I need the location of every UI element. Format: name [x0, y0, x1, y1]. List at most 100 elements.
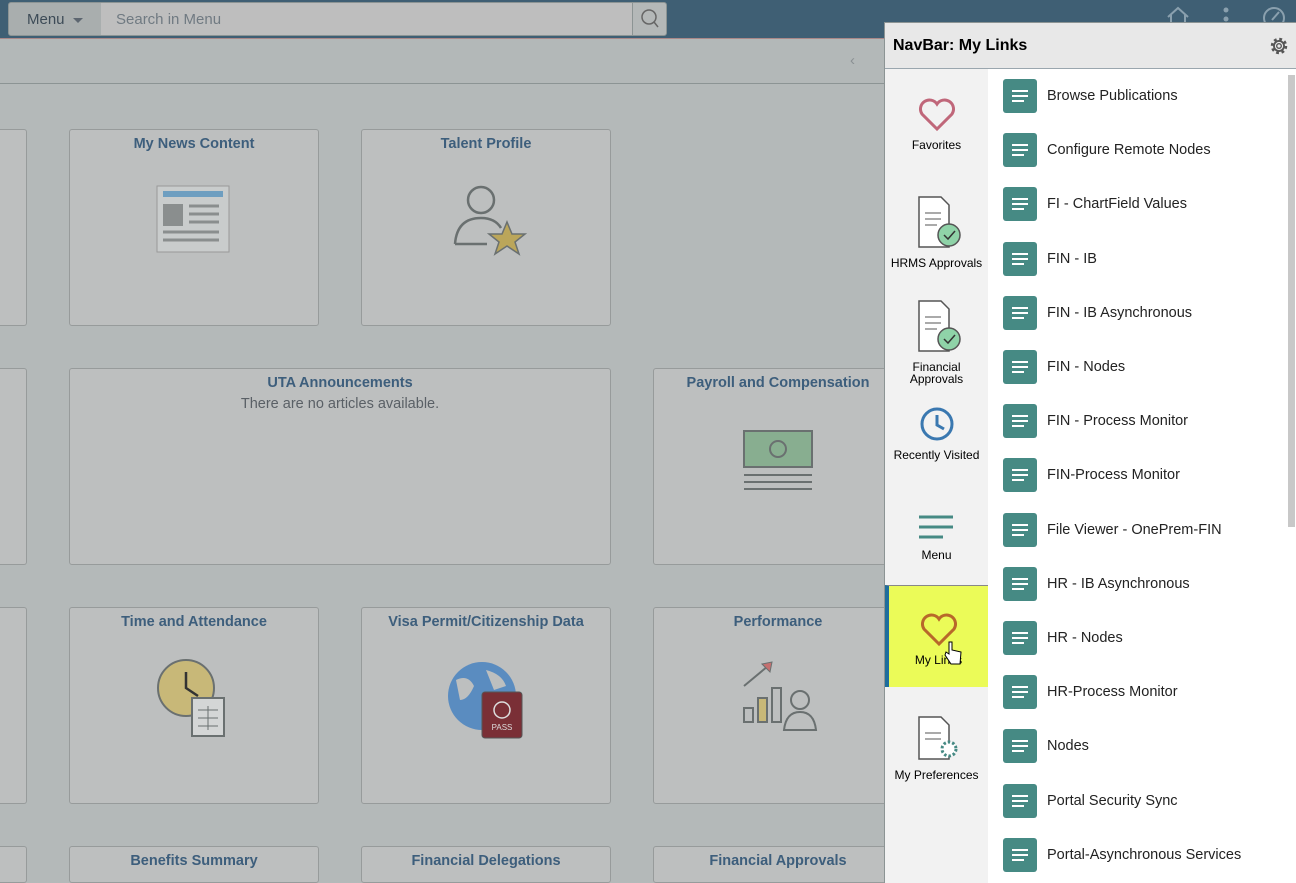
- link-label: HR - Nodes: [1047, 629, 1123, 646]
- link-item[interactable]: FIN-Process Monitor: [989, 448, 1287, 502]
- clock-sheet-icon: [157, 659, 225, 737]
- tile[interactable]: [0, 607, 27, 804]
- link-item[interactable]: Portal Security Sync: [989, 773, 1287, 827]
- nav-item-recently-visited[interactable]: Recently Visited: [885, 405, 988, 461]
- link-label: FIN - IB Asynchronous: [1047, 304, 1193, 321]
- search-icon: [641, 9, 659, 28]
- tile-benefits-summary[interactable]: Benefits Summary: [69, 846, 319, 883]
- passport-label: PASS: [492, 723, 513, 732]
- heart-icon: [918, 98, 955, 132]
- nav-label: Favorites: [911, 138, 962, 152]
- tile-title: UTA Announcements: [267, 375, 413, 391]
- menu-lines-icon: [918, 515, 953, 539]
- link-label: FIN - IB: [1047, 250, 1097, 267]
- link-item[interactable]: Browse Publications: [989, 69, 1287, 123]
- nav-label: My Preferences: [894, 768, 979, 782]
- link-label: Browse Publications: [1047, 88, 1178, 105]
- tile-talent-profile[interactable]: Talent Profile: [361, 129, 611, 326]
- link-item[interactable]: FIN - IB: [989, 232, 1287, 286]
- panel-title: NavBar: My Links: [893, 37, 1028, 54]
- tile-title: Financial Delegations: [411, 853, 561, 869]
- menu-dropdown[interactable]: Menu: [8, 2, 102, 36]
- nav-label: Recently Visited: [893, 448, 980, 462]
- nav-item-financial-approvals[interactable]: Financial Approvals: [885, 299, 988, 385]
- link-label: FI - ChartField Values: [1047, 196, 1187, 213]
- gear-icon[interactable]: [1268, 35, 1290, 57]
- link-item[interactable]: Portal-Asynchronous Services: [989, 828, 1287, 882]
- search-button[interactable]: [632, 2, 667, 36]
- link-item[interactable]: Nodes: [989, 719, 1287, 773]
- navbar-sidebar: Favorites HRMS Approvals Financial Appro…: [885, 69, 988, 883]
- page-icon: [1003, 79, 1037, 114]
- tile-payroll-and-compensation[interactable]: Payroll and Compensation: [653, 368, 903, 565]
- tile-my-news-content[interactable]: My News Content: [69, 129, 319, 326]
- nav-item-menu[interactable]: Menu: [885, 513, 988, 561]
- link-label: FIN - Process Monitor: [1047, 413, 1188, 430]
- link-label: Configure Remote Nodes: [1047, 142, 1211, 159]
- newspaper-icon: [156, 185, 230, 253]
- nav-item-my-preferences[interactable]: My Preferences: [885, 715, 988, 781]
- panel-header: NavBar: My Links: [885, 23, 1296, 69]
- page-icon: [1003, 566, 1037, 601]
- menu-label: Menu: [27, 11, 65, 28]
- tile-title: Performance: [733, 614, 823, 630]
- tile-title: Benefits Summary: [130, 853, 258, 869]
- nav-item-favorites[interactable]: Favorites: [885, 97, 988, 151]
- tile-financial-approvals[interactable]: Financial Approvals: [653, 846, 903, 883]
- tile[interactable]: [0, 129, 27, 326]
- page-icon: [1003, 729, 1037, 764]
- chevron-down-icon: [72, 17, 83, 23]
- link-item[interactable]: FIN - Nodes: [989, 340, 1287, 394]
- nav-label: HRMS Approvals: [890, 256, 983, 270]
- page-icon: [1003, 350, 1037, 385]
- page-icon: [1003, 133, 1037, 168]
- page-icon: [1003, 241, 1037, 276]
- link-item[interactable]: FI - ChartField Values: [989, 177, 1287, 231]
- nav-item-my-links[interactable]: My Links: [885, 585, 988, 687]
- tile-title: Financial Approvals: [709, 853, 847, 869]
- link-label: Nodes: [1047, 738, 1089, 755]
- page-icon: [1003, 295, 1037, 330]
- document-check-icon: [917, 300, 961, 352]
- tile-financial-delegations[interactable]: Financial Delegations: [361, 846, 611, 883]
- link-label: FIN - Nodes: [1047, 359, 1126, 376]
- page-icon: [1003, 675, 1037, 710]
- tile-uta-announcements[interactable]: UTA Announcements There are no articles a…: [69, 368, 611, 565]
- page-icon: [1003, 837, 1037, 872]
- nav-label: Financial Approvals: [909, 360, 964, 386]
- search-input[interactable]: Search in Menu: [101, 2, 633, 36]
- navbar-panel: NavBar: My Links Favorites HRMS Approval…: [884, 22, 1296, 883]
- tile-title: Time and Attendance: [121, 614, 267, 630]
- document-check-icon: [917, 196, 961, 248]
- scrollbar[interactable]: [1288, 75, 1295, 527]
- link-label: HR-Process Monitor: [1047, 684, 1178, 701]
- previous-page-icon[interactable]: ‹: [850, 52, 855, 69]
- person-star-icon: [453, 185, 527, 256]
- link-item[interactable]: File Viewer - OnePrem-FIN: [989, 503, 1287, 557]
- tile-performance[interactable]: Performance: [653, 607, 903, 804]
- page-icon: [1003, 458, 1037, 493]
- link-label: Portal-Asynchronous Services: [1047, 846, 1242, 863]
- tile-title: Payroll and Compensation: [686, 375, 870, 391]
- tile-time-and-attendance[interactable]: Time and Attendance: [69, 607, 319, 804]
- tile[interactable]: [0, 368, 27, 565]
- nav-label: Menu: [921, 548, 952, 562]
- hand-cursor-icon: [944, 641, 962, 665]
- link-label: HR - IB Asynchronous: [1047, 575, 1190, 592]
- page-icon: [1003, 512, 1037, 547]
- link-item[interactable]: HR-Process Monitor: [989, 665, 1287, 719]
- nav-item-hrms-approvals[interactable]: HRMS Approvals: [885, 195, 988, 269]
- link-item[interactable]: HR - IB Asynchronous: [989, 557, 1287, 611]
- page-icon: [1003, 783, 1037, 818]
- page-icon: [1003, 187, 1037, 222]
- document-gear-icon: [917, 716, 957, 760]
- tile-visa-permit-citizenship-data[interactable]: Visa Permit/Citizenship Data PASS: [361, 607, 611, 804]
- link-item[interactable]: FIN - Process Monitor: [989, 394, 1287, 448]
- link-label: File Viewer - OnePrem-FIN: [1047, 521, 1222, 538]
- link-item[interactable]: HR - Nodes: [989, 611, 1287, 665]
- tile-subtitle: There are no articles available.: [240, 396, 440, 412]
- link-item[interactable]: FIN - IB Asynchronous: [989, 286, 1287, 340]
- link-item[interactable]: Configure Remote Nodes: [989, 123, 1287, 177]
- link-label: FIN-Process Monitor: [1047, 467, 1180, 484]
- tile[interactable]: [0, 846, 27, 883]
